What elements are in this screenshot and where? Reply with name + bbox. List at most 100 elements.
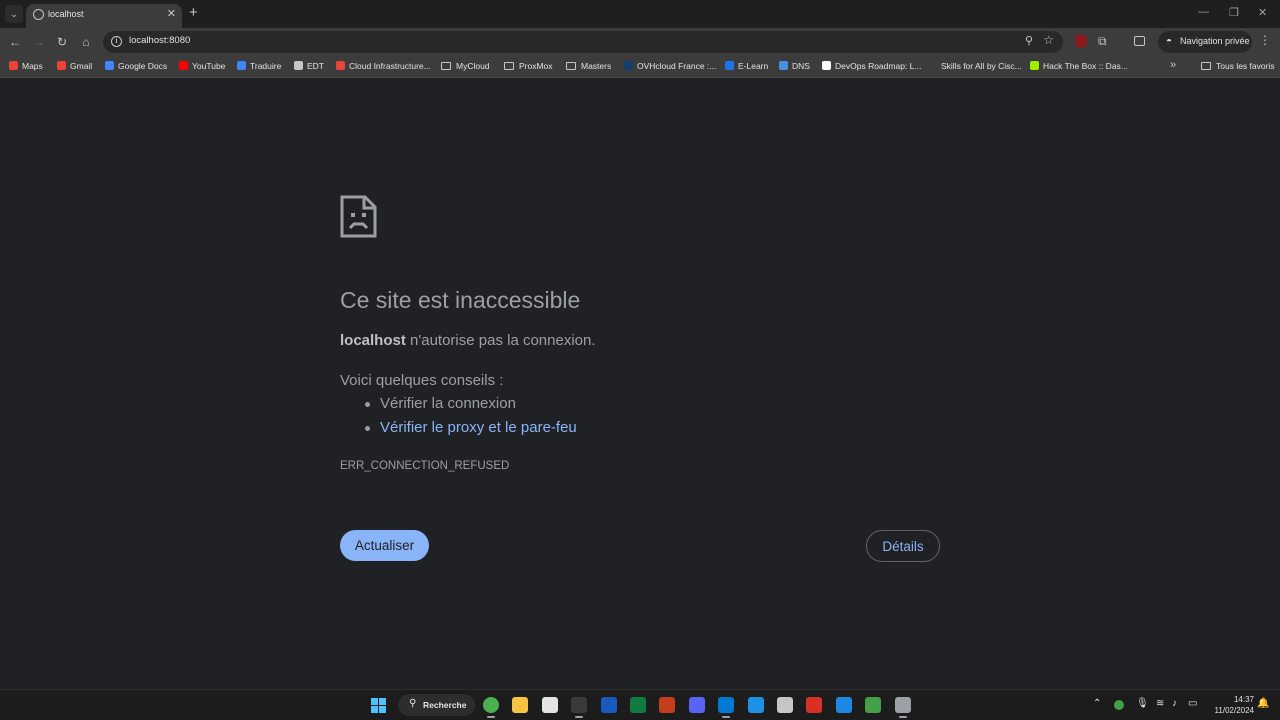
tab-strip: ⌄ localhost ✕ + — ❐ ✕ <box>0 0 1280 28</box>
kebab-menu-icon[interactable]: ⋮ <box>1259 33 1271 47</box>
bookmark-item[interactable]: Hack The Box :: Das... <box>1030 61 1128 73</box>
address-bar[interactable]: i localhost:8080 ⚲ ☆ <box>103 31 1063 53</box>
more-bookmarks-chevron-icon[interactable]: » <box>1170 59 1176 71</box>
extensions-puzzle-icon[interactable]: ⧉ <box>1098 34 1107 49</box>
folder-icon <box>441 62 451 70</box>
favicon-icon <box>928 61 937 70</box>
bookmark-item[interactable]: YouTube <box>179 61 225 73</box>
all-bookmarks-folder[interactable]: Tous les favoris <box>1201 61 1275 73</box>
show-hidden-icons-chevron-icon[interactable]: ⌃ <box>1093 698 1101 709</box>
app-blue-icon[interactable] <box>835 697 852 713</box>
favicon-icon <box>822 61 831 70</box>
error-message: localhost n'autorise pas la connexion. <box>340 332 596 349</box>
bookmark-label: ProxMox <box>519 61 553 71</box>
browser-toolbar: ← → ↻ ⌂ i localhost:8080 ⚲ ☆ ⧉ ◓ Navigat… <box>0 28 1280 56</box>
favicon-icon <box>294 61 303 70</box>
bookmark-item[interactable]: Cloud Infrastructure... <box>336 61 431 73</box>
favicon-icon <box>725 61 734 70</box>
battery-icon[interactable]: ▭ <box>1188 698 1197 709</box>
bookmark-star-icon[interactable]: ☆ <box>1043 33 1054 47</box>
bookmark-item[interactable]: Masters <box>566 61 611 73</box>
taskbar-search[interactable]: ⚲ Recherche <box>398 694 475 716</box>
microphone-icon[interactable]: 🎙 <box>1136 698 1149 709</box>
volume-icon[interactable]: ♪ <box>1172 698 1177 709</box>
terminal-icon[interactable] <box>571 697 588 718</box>
bookmark-label: Hack The Box :: Das... <box>1043 61 1128 71</box>
site-info-icon[interactable]: i <box>111 36 122 47</box>
bookmark-item[interactable]: EDT <box>294 61 324 73</box>
new-tab-button[interactable]: + <box>189 5 198 20</box>
side-panel-icon[interactable] <box>1134 36 1145 46</box>
excel-icon[interactable] <box>630 697 646 713</box>
bookmark-label: Google Docs <box>118 61 168 71</box>
bookmark-label: EDT <box>307 61 324 71</box>
system-clock[interactable]: 14:37 11/02/2024 <box>1206 694 1254 716</box>
bookmark-label: E-Learn <box>738 61 769 71</box>
bookmark-item[interactable]: Gmail <box>57 61 92 73</box>
virtualbox-icon[interactable] <box>777 697 793 713</box>
docker-icon[interactable] <box>747 697 764 713</box>
bookmark-label: DNS <box>792 61 810 71</box>
notification-bell-icon[interactable]: 🔔 <box>1257 698 1269 709</box>
reload-icon[interactable]: ↻ <box>53 33 71 51</box>
taskbar-search-label: Recherche <box>423 700 467 710</box>
minimize-icon[interactable]: — <box>1198 6 1209 18</box>
bookmark-label: Maps <box>22 61 43 71</box>
app-green-icon[interactable] <box>865 697 882 713</box>
details-button[interactable]: Détails <box>866 530 940 562</box>
app-red-icon[interactable] <box>806 697 823 713</box>
bookmark-item[interactable]: DevOps Roadmap: L... <box>822 61 921 73</box>
store-icon[interactable] <box>541 697 558 713</box>
url-text[interactable]: localhost:8080 <box>129 35 190 46</box>
reload-button[interactable]: Actualiser <box>340 530 429 561</box>
bookmark-item[interactable]: OVHcloud France :... <box>624 61 716 73</box>
ublock-extension-icon[interactable] <box>1075 35 1087 48</box>
suggestion-check-proxy-link[interactable]: Vérifier le proxy et le pare-feu <box>362 419 577 443</box>
search-icon: ⚲ <box>409 698 417 709</box>
bookmark-item[interactable]: E-Learn <box>725 61 768 73</box>
favicon-icon <box>57 61 66 70</box>
active-tab[interactable]: localhost ✕ <box>26 4 182 28</box>
discord-icon[interactable] <box>688 697 705 713</box>
home-icon[interactable]: ⌂ <box>77 33 95 51</box>
bookmark-item[interactable]: Maps <box>9 61 43 73</box>
restore-icon[interactable]: ❐ <box>1229 6 1239 19</box>
folder-icon <box>1201 62 1211 70</box>
bookmark-item[interactable]: DNS <box>779 61 810 73</box>
zoom-icon[interactable]: ⚲ <box>1025 34 1033 47</box>
wifi-icon[interactable]: ≋ <box>1156 698 1164 709</box>
chrome-icon[interactable] <box>483 697 499 718</box>
file-explorer-icon[interactable] <box>512 697 529 713</box>
bookmark-label: YouTube <box>192 61 226 71</box>
app-settings-icon[interactable] <box>894 697 911 718</box>
bookmark-label: Cloud Infrastructure... <box>349 61 431 71</box>
incognito-badge[interactable]: ◓ Navigation privée <box>1158 31 1252 53</box>
clock-date: 11/02/2024 <box>1214 706 1254 715</box>
powerpoint-icon[interactable] <box>659 697 676 713</box>
close-tab-icon[interactable]: ✕ <box>167 7 176 20</box>
bookmark-item[interactable]: Google Docs <box>105 61 167 73</box>
bookmark-item[interactable]: Skills for All by Cisc... <box>928 61 1022 73</box>
page-content: Ce site est inaccessible localhost n'aut… <box>0 79 1280 689</box>
tab-search-button[interactable]: ⌄ <box>5 5 23 23</box>
forward-arrow-icon[interactable]: → <box>30 33 48 51</box>
close-window-icon[interactable]: ✕ <box>1258 6 1267 19</box>
globe-icon <box>33 9 44 20</box>
word-icon[interactable] <box>600 697 617 713</box>
security-shield-icon[interactable] <box>1114 700 1124 710</box>
bookmark-label: Gmail <box>70 61 93 71</box>
error-host-message: n'autorise pas la connexion. <box>405 332 596 349</box>
back-arrow-icon[interactable]: ← <box>6 33 24 51</box>
favicon-icon <box>105 61 114 70</box>
vscode-icon[interactable] <box>718 697 735 718</box>
bookmark-item[interactable]: MyCloud <box>441 61 490 73</box>
bookmarks-bar: » Tous les favoris Maps Gmail Google Docs Y… <box>0 56 1280 78</box>
error-title: Ce site est inaccessible <box>340 287 581 313</box>
windows-start-icon[interactable] <box>371 698 386 713</box>
incognito-icon: ◓ <box>1166 36 1173 47</box>
favicon-icon <box>237 61 246 70</box>
clock-time: 14:37 <box>1233 695 1254 704</box>
bookmark-item[interactable]: Traduire <box>237 61 281 73</box>
favicon-icon <box>1030 61 1039 70</box>
bookmark-item[interactable]: ProxMox <box>504 61 553 73</box>
